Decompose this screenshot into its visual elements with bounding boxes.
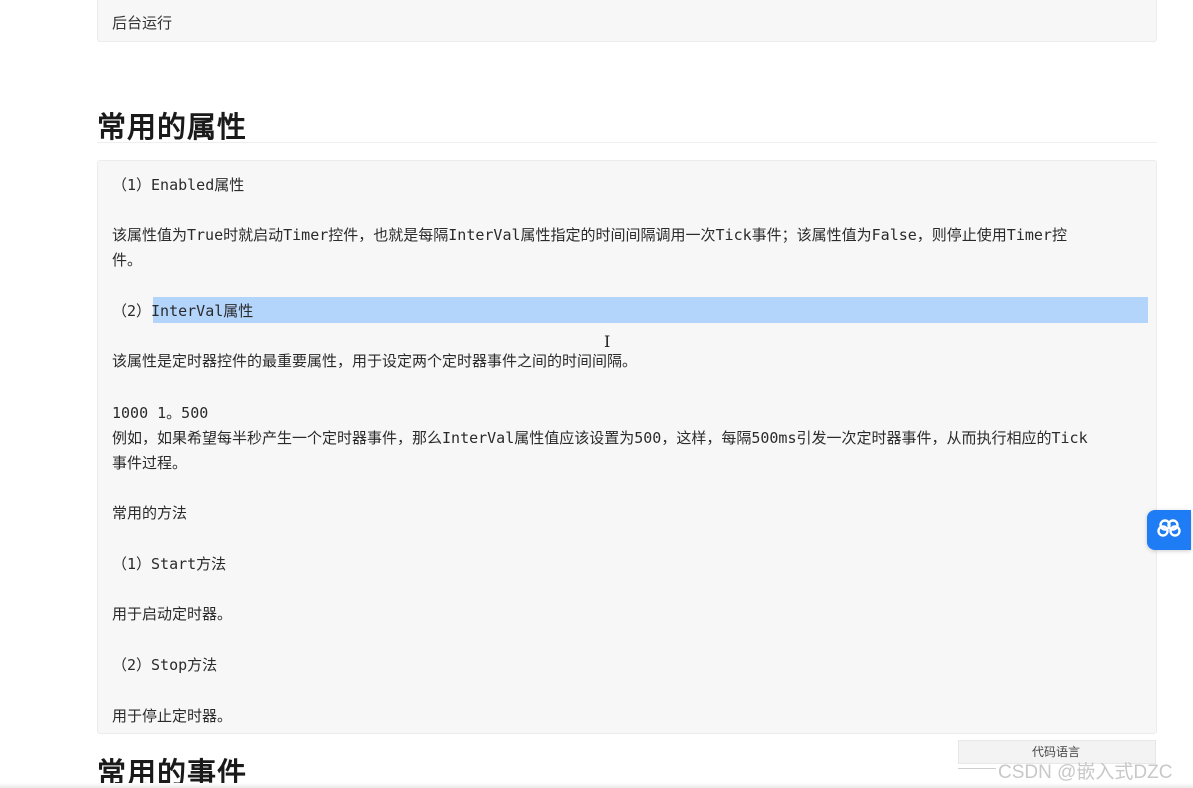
- page: 后台运行 常用的属性 （1）Enabled属性 该属性值为True时就启动Tim…: [0, 0, 1193, 788]
- watermark-line: [958, 768, 996, 769]
- code-block-top: 后台运行: [97, 0, 1157, 42]
- code-line: 该属性是定时器控件的最重要属性，用于设定两个定时器事件之间的时间间隔。: [112, 352, 638, 370]
- code-line: 例如，如果希望每半秒产生一个定时器事件，那么InterVal属性值应该设置为50…: [112, 429, 1088, 447]
- text-cursor-icon: I: [604, 332, 611, 351]
- code-line: （1）Start方法: [112, 555, 227, 573]
- code-line: 事件过程。: [112, 454, 188, 472]
- code-line: （2）Stop方法: [112, 656, 218, 674]
- code-line: 用于停止定时器。: [112, 707, 233, 725]
- code-line: 1000 1。500: [112, 404, 209, 422]
- code-line: 该属性值为True时就启动Timer控件，也就是每隔InterVal属性指定的时…: [112, 226, 1067, 244]
- code-block-main[interactable]: （1）Enabled属性 该属性值为True时就启动Timer控件，也就是每隔I…: [97, 160, 1157, 734]
- code-line: 用于启动定时器。: [112, 605, 233, 623]
- watermark: CSDN @嵌入式DZC: [998, 762, 1173, 783]
- code-line: 常用的方法: [112, 504, 188, 522]
- cloud-link-icon: [1156, 518, 1182, 542]
- text-selection-highlight: [153, 297, 1148, 323]
- code-line-prefix: （2）: [112, 302, 152, 320]
- code-line: （1）Enabled属性: [112, 176, 245, 194]
- code-line: 件。: [112, 251, 143, 269]
- code-line: 后台运行: [112, 14, 173, 32]
- heading-divider: [97, 142, 1157, 143]
- cloud-link-button[interactable]: [1147, 510, 1191, 550]
- selected-text: InterVal属性: [151, 302, 254, 320]
- section-heading-properties: 常用的属性: [97, 110, 248, 144]
- bottom-shadow: [0, 783, 1193, 788]
- code-line: （2）InterVal属性: [112, 300, 253, 321]
